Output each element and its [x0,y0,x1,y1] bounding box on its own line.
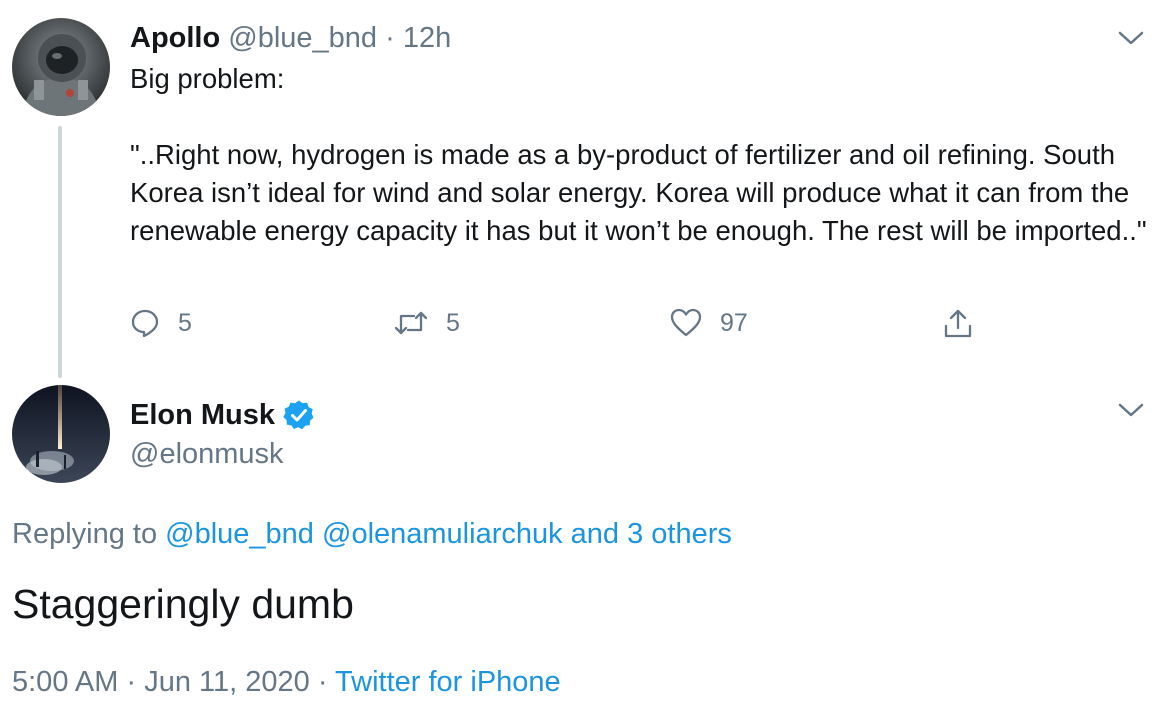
heart-icon [670,308,702,338]
like-count: 97 [720,308,748,337]
parent-tweet-header: Apollo @blue_bnd · 12h [130,18,451,58]
reply-count: 5 [178,308,192,337]
mention-link[interactable]: @olenamuliarchuk [322,518,563,550]
author-name[interactable]: Apollo [130,22,220,54]
tweet-text-line: Big problem: [130,63,285,94]
meta-separator: · [317,666,328,698]
tweet-meta: 5:00 AM · Jun 11, 2020 · Twitter for iPh… [12,662,561,702]
retweet-icon [394,308,428,338]
parent-tweet-body: Big problem: "..Right now, hydrogen is m… [130,60,1150,250]
tweet-quote-text: "..Right now, hydrogen is made as a by-p… [130,139,1147,246]
retweet-count: 5 [446,308,460,337]
astronaut-avatar-image [12,18,110,116]
avatar-elon-musk[interactable] [12,385,110,483]
main-tweet-header: Elon Musk @elonmusk [130,396,315,474]
retweet-button[interactable]: 5 [394,308,460,338]
avatar-apollo[interactable] [12,18,110,116]
author-name-row: Elon Musk [130,396,315,434]
main-tweet-text: Staggeringly dumb [12,581,354,627]
tweet-date[interactable]: Jun 11, 2020 [144,666,310,698]
reply-icon [130,308,160,338]
meta-separator: · [126,666,137,698]
tweet-time[interactable]: 5:00 AM [12,666,118,698]
tweet-time[interactable]: 12h [403,22,451,54]
others-link[interactable]: and 3 others [571,518,732,550]
thread-connector-line [58,126,62,378]
replying-to-line: Replying to @blue_bnd @olenamuliarchuk a… [12,514,732,554]
author-name[interactable]: Elon Musk [130,396,275,434]
share-button[interactable] [942,308,974,340]
tweet-source-link[interactable]: Twitter for iPhone [335,666,561,698]
tweet-thread: Apollo @blue_bnd · 12h Big problem: "..R… [0,0,1174,728]
like-button[interactable]: 97 [670,308,748,338]
rocket-launch-avatar-image [12,385,110,483]
verified-badge-icon [283,399,315,431]
share-icon [942,308,974,340]
mention-link[interactable]: @blue_bnd [165,518,314,550]
header-separator: · [385,22,395,54]
tweet-options-caret[interactable] [1118,30,1144,46]
author-handle[interactable]: @blue_bnd [228,22,377,54]
chevron-down-icon [1118,31,1144,45]
replying-to-label: Replying to [12,518,158,550]
reply-button[interactable]: 5 [130,308,192,338]
chevron-down-icon [1118,403,1144,417]
author-handle[interactable]: @elonmusk [130,434,315,474]
tweet-options-caret[interactable] [1118,402,1144,418]
